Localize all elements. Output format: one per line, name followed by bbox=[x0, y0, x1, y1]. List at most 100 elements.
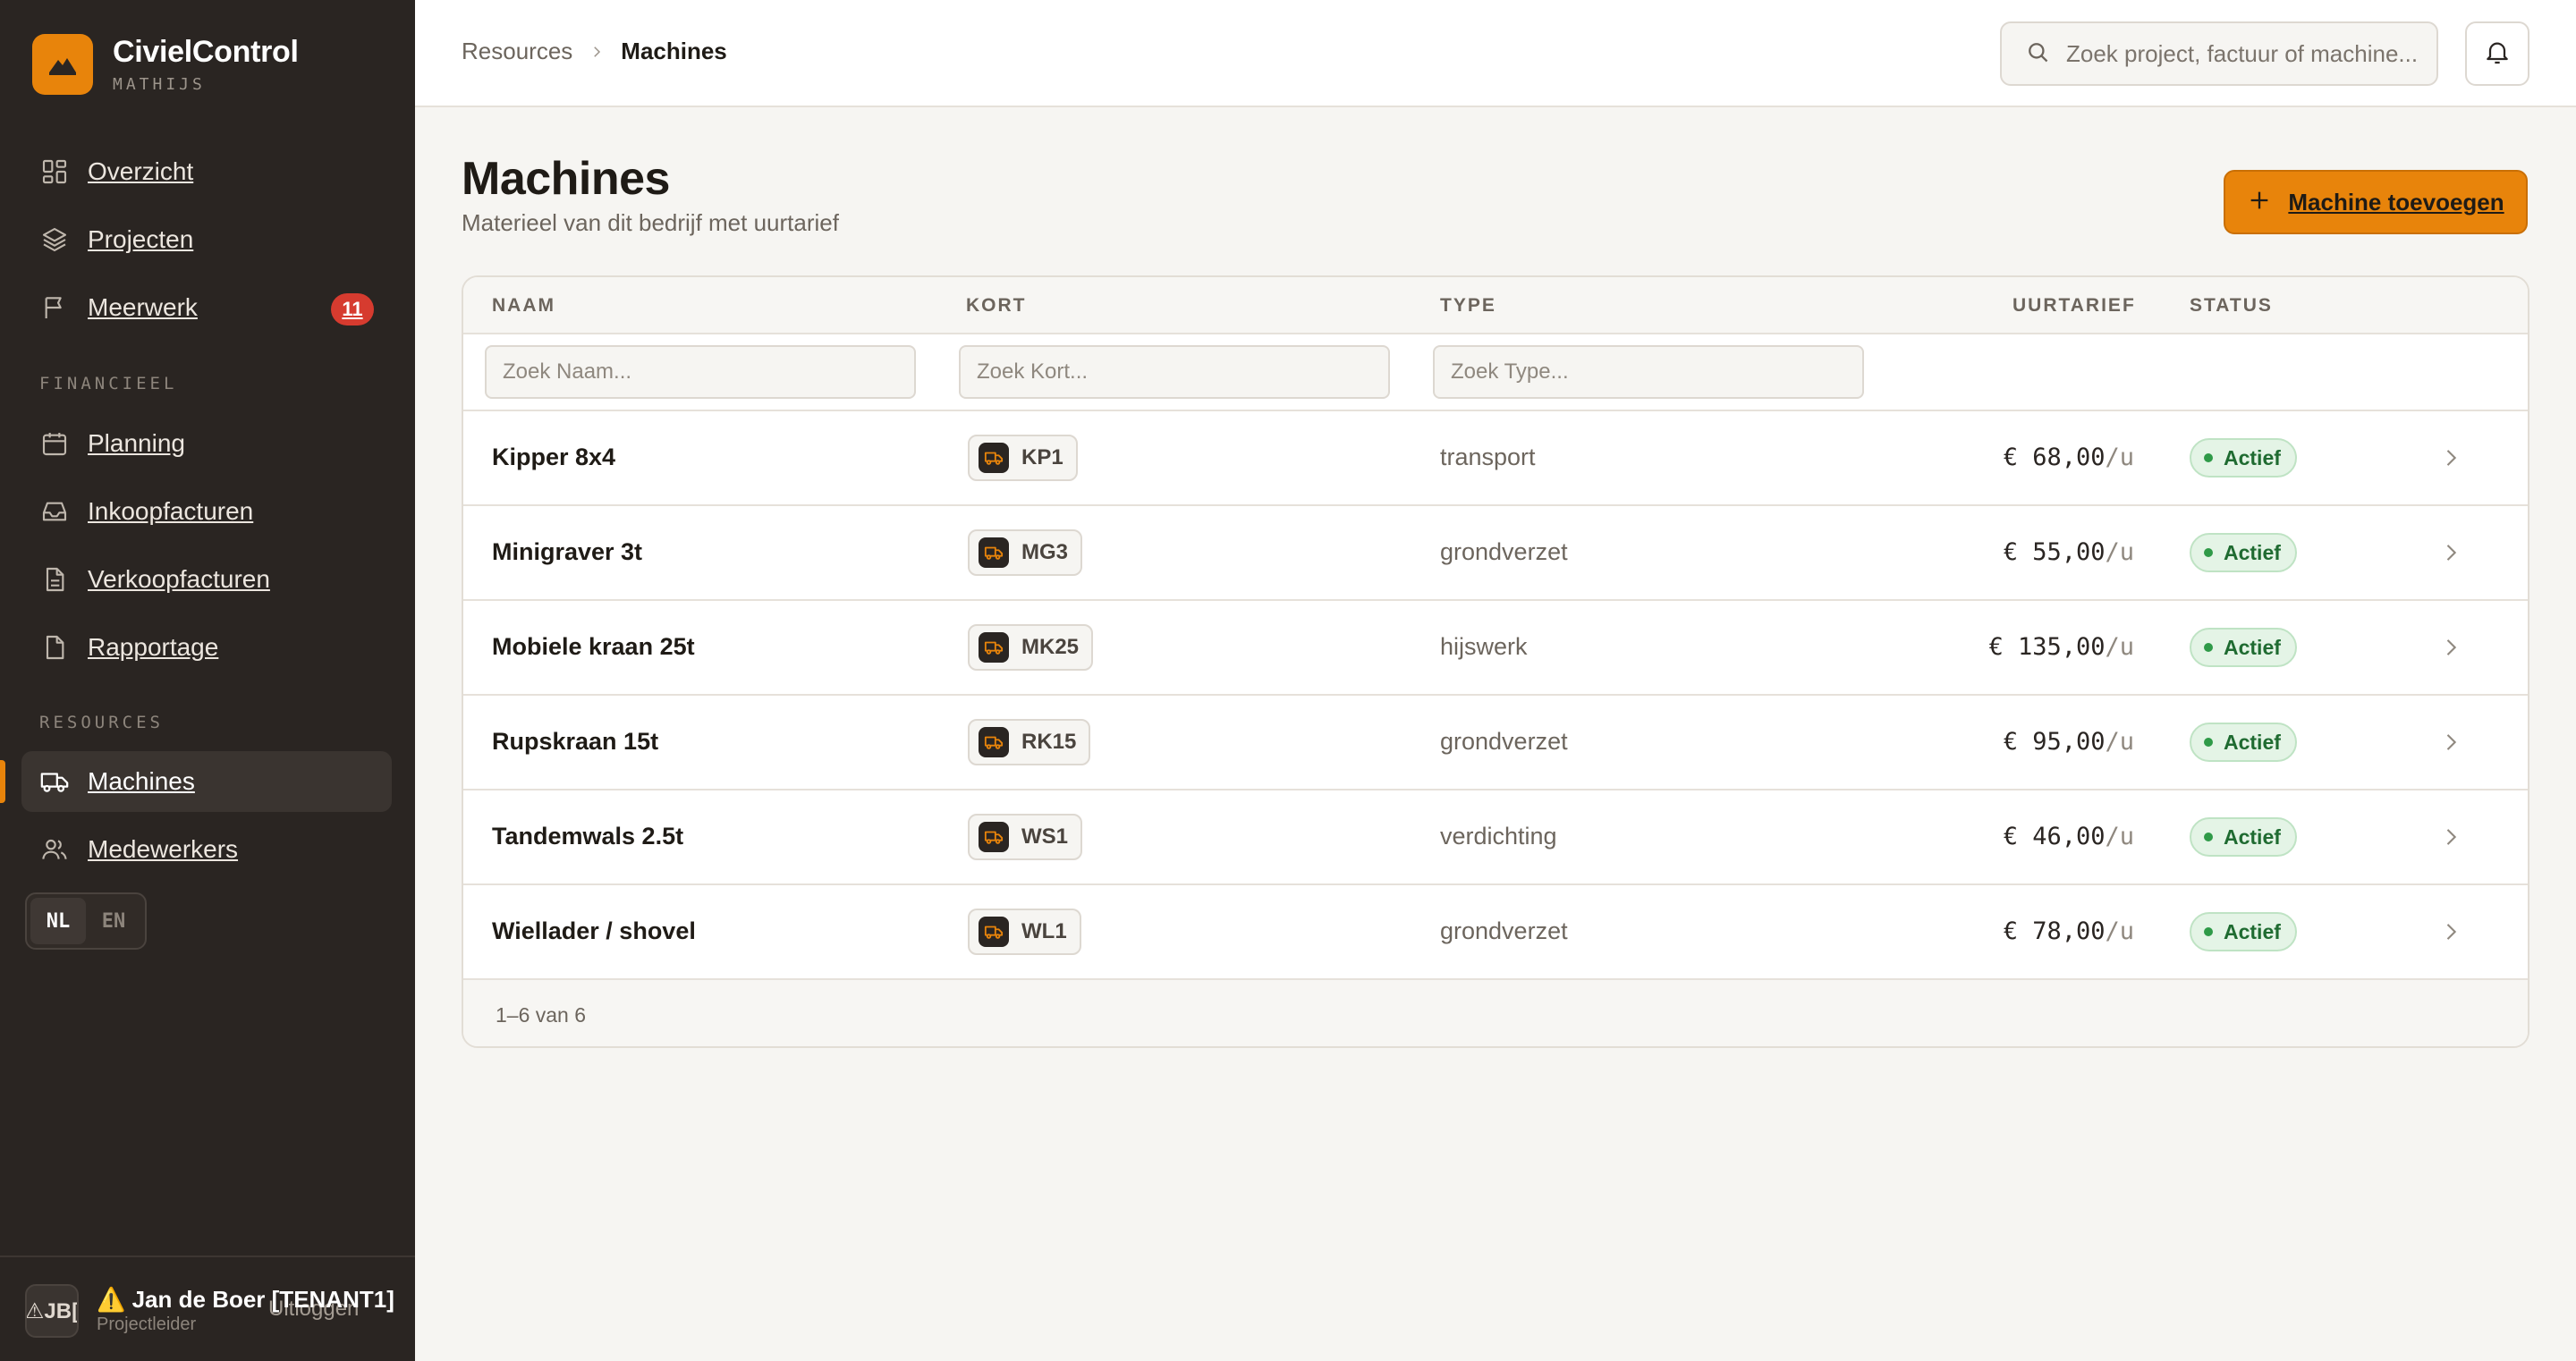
rate-unit: /u bbox=[2105, 823, 2134, 850]
pagination-info: 1–6 van 6 bbox=[496, 1003, 587, 1027]
table-row[interactable]: Mobiele kraan 25t MK25 hijswerk € 135,00/u A… bbox=[463, 601, 2528, 696]
nav-item-rapportage[interactable]: Rapportage bbox=[21, 617, 392, 678]
truck-icon bbox=[979, 632, 1009, 663]
breadcrumb-current: Machines bbox=[621, 38, 727, 64]
status-dot bbox=[2204, 927, 2213, 936]
truck-icon bbox=[979, 727, 1009, 757]
machine-code-chip: MK25 bbox=[968, 624, 1094, 671]
meerwerk-count-badge: 11 bbox=[331, 293, 374, 325]
nav-label: Meerwerk bbox=[88, 293, 198, 321]
status-badge: Actief bbox=[2190, 628, 2297, 667]
status-dot bbox=[2204, 453, 2213, 462]
machine-code: RK15 bbox=[1021, 730, 1077, 754]
page-subtitle: Materieel van dit bedrijf met uurtarief bbox=[462, 209, 839, 236]
column-header-status[interactable]: STATUS bbox=[2190, 295, 2273, 317]
machine-code-chip: WL1 bbox=[968, 909, 1081, 955]
machine-code: WL1 bbox=[1021, 919, 1067, 943]
rate-value: € 95,00 bbox=[2003, 728, 2106, 756]
nav-item-inkoopfacturen[interactable]: Inkoopfacturen bbox=[21, 481, 392, 542]
table-footer: 1–6 van 6 bbox=[463, 980, 2528, 1046]
user-panel: ⚠JB[ Uitloggen ⚠️ Jan de Boer [TENANT1] … bbox=[0, 1255, 415, 1361]
brand[interactable]: CivielControl MATHIJS bbox=[32, 34, 299, 95]
filter-name-input[interactable] bbox=[485, 345, 916, 399]
nav-label: Overzicht bbox=[88, 157, 194, 185]
rate-unit: /u bbox=[2105, 633, 2134, 661]
machine-type: verdichting bbox=[1440, 823, 1557, 850]
hourly-rate: € 68,00/u bbox=[2004, 444, 2134, 471]
rate-value: € 55,00 bbox=[2003, 538, 2106, 566]
active-indicator bbox=[0, 760, 5, 803]
column-header-short[interactable]: KORT bbox=[966, 295, 1027, 317]
chevron-right-icon[interactable] bbox=[2438, 824, 2463, 850]
page-title: Machines bbox=[462, 153, 670, 205]
table-row[interactable]: Minigraver 3t MG3 grondverzet € 55,00/u Acti… bbox=[463, 506, 2528, 601]
chevron-right-icon[interactable] bbox=[2438, 540, 2463, 565]
machine-type: hijswerk bbox=[1440, 633, 1528, 660]
status-badge: Actief bbox=[2190, 912, 2297, 951]
status-badge: Actief bbox=[2190, 817, 2297, 857]
chevron-right-icon[interactable] bbox=[2438, 635, 2463, 660]
table-row[interactable]: Wiellader / shovel WL1 grondverzet € 78,00/… bbox=[463, 885, 2528, 980]
machine-code: MK25 bbox=[1021, 635, 1080, 659]
tenant-name: MATHIJS bbox=[113, 75, 206, 94]
machine-type: grondverzet bbox=[1440, 917, 1568, 944]
lang-nl-button[interactable]: NL bbox=[30, 898, 86, 944]
chevron-right-icon[interactable] bbox=[2438, 445, 2463, 470]
nav-item-meerwerk[interactable]: Meerwerk 11 bbox=[21, 277, 392, 338]
language-switch: NL EN bbox=[25, 892, 147, 950]
add-machine-button[interactable]: Machine toevoegen bbox=[2224, 170, 2528, 234]
mountain-logo-icon bbox=[32, 34, 93, 95]
truck-icon bbox=[979, 443, 1009, 473]
machine-type: grondverzet bbox=[1440, 538, 1568, 565]
nav-label: Medewerkers bbox=[88, 835, 239, 863]
status-dot bbox=[2204, 738, 2213, 747]
hourly-rate: € 46,00/u bbox=[2004, 823, 2134, 850]
nav-item-medewerkers[interactable]: Medewerkers bbox=[21, 819, 392, 880]
table-row[interactable]: Rupskraan 15t RK15 grondverzet € 95,00/u Act… bbox=[463, 696, 2528, 790]
filter-short-input[interactable] bbox=[959, 345, 1390, 399]
table-header: NAAM KORT TYPE UURTARIEF STATUS bbox=[463, 277, 2528, 334]
users-icon bbox=[39, 834, 70, 865]
machine-name: Wiellader / shovel bbox=[492, 917, 696, 944]
table-row[interactable]: Kipper 8x4 KP1 transport € 68,00/u Actief bbox=[463, 411, 2528, 506]
status-dot bbox=[2204, 548, 2213, 557]
machine-code-chip: MG3 bbox=[968, 529, 1083, 576]
status-dot bbox=[2204, 833, 2213, 841]
hourly-rate: € 55,00/u bbox=[2004, 538, 2134, 566]
truck-icon bbox=[979, 537, 1009, 568]
machine-name: Minigraver 3t bbox=[492, 538, 643, 565]
column-header-type[interactable]: TYPE bbox=[1440, 295, 1496, 317]
dashboard-icon bbox=[39, 156, 70, 187]
search-input[interactable] bbox=[2066, 39, 2433, 68]
lang-en-button[interactable]: EN bbox=[86, 898, 141, 944]
user-role: Projectleider bbox=[97, 1315, 197, 1334]
status-dot bbox=[2204, 643, 2213, 652]
inbox-icon bbox=[39, 496, 70, 527]
nav-item-verkoopfacturen[interactable]: Verkoopfacturen bbox=[21, 549, 392, 610]
file-icon bbox=[39, 632, 70, 663]
nav-item-machines[interactable]: Machines bbox=[21, 751, 392, 812]
table-row[interactable]: Tandemwals 2.5t WS1 verdichting € 46,00/u Ac… bbox=[463, 790, 2528, 885]
filter-type-input[interactable] bbox=[1433, 345, 1864, 399]
nav-item-planning[interactable]: Planning bbox=[21, 413, 392, 474]
truck-icon bbox=[39, 766, 70, 797]
document-icon bbox=[39, 564, 70, 595]
chevron-right-icon[interactable] bbox=[2438, 919, 2463, 944]
nav-item-projecten[interactable]: Projecten bbox=[21, 209, 392, 270]
nav-item-overzicht[interactable]: Overzicht bbox=[21, 141, 392, 202]
chevron-right-icon[interactable] bbox=[2438, 730, 2463, 755]
machine-name: Kipper 8x4 bbox=[492, 444, 616, 470]
column-header-rate[interactable]: UURTARIEF bbox=[2012, 295, 2136, 317]
user-name: ⚠️ Jan de Boer [TENANT1] bbox=[97, 1286, 394, 1313]
column-header-name[interactable]: NAAM bbox=[492, 295, 555, 317]
status-label: Actief bbox=[2224, 919, 2281, 943]
breadcrumb-resources[interactable]: Resources bbox=[462, 38, 572, 65]
rate-unit: /u bbox=[2105, 538, 2134, 566]
rate-value: € 68,00 bbox=[2003, 444, 2106, 471]
nav-label: Verkoopfacturen bbox=[88, 565, 270, 593]
nav-label: Rapportage bbox=[88, 633, 219, 661]
notifications-button[interactable] bbox=[2465, 21, 2529, 86]
rate-unit: /u bbox=[2105, 728, 2134, 756]
rate-unit: /u bbox=[2105, 917, 2134, 945]
status-badge: Actief bbox=[2190, 438, 2297, 478]
